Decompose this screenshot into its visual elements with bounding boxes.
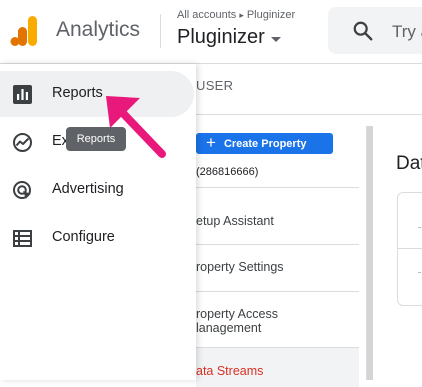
nav-item-label: Advertising xyxy=(52,181,124,197)
create-property-button[interactable]: + Create Property xyxy=(196,133,333,154)
nav-item-configure[interactable]: Configure xyxy=(0,215,194,261)
property-menu-data-streams[interactable]: ata Streams xyxy=(196,347,359,387)
right-panel-heading: Dat xyxy=(396,153,422,174)
property-menu-label: roperty Access xyxy=(196,307,278,321)
configure-icon xyxy=(13,230,32,247)
app-title: Analytics xyxy=(56,18,141,41)
header-divider xyxy=(160,14,161,48)
scrollbar-thumb[interactable] xyxy=(367,126,373,380)
nav-item-label: Reports xyxy=(52,85,103,101)
property-menu-property-access[interactable]: roperty Access lanagement xyxy=(196,291,359,347)
bar-chart-icon xyxy=(13,85,32,104)
property-menu-setup-assistant[interactable]: etup Assistant xyxy=(196,187,359,244)
nav-item-advertising[interactable]: Advertising xyxy=(0,167,194,213)
breadcrumb-current[interactable]: Pluginizer xyxy=(247,9,295,21)
breadcrumb-root[interactable]: All accounts xyxy=(177,9,236,21)
breadcrumb[interactable]: All accounts ▸ Pluginizer xyxy=(177,9,295,21)
plus-icon: + xyxy=(206,133,216,152)
right-panel-card xyxy=(397,192,422,306)
account-name: Pluginizer xyxy=(177,26,265,48)
app-header: Analytics All accounts ▸ Pluginizer Plug… xyxy=(0,0,422,64)
property-menu-property-settings[interactable]: roperty Settings xyxy=(196,244,359,291)
tab-user[interactable]: USER xyxy=(196,78,233,93)
nav-item-label: Configure xyxy=(52,229,115,245)
property-menu-label-line2: lanagement xyxy=(196,321,262,335)
property-menu: etup Assistant roperty Settings roperty … xyxy=(196,187,359,387)
explore-icon xyxy=(13,133,32,152)
property-menu-label: roperty Settings xyxy=(196,260,284,274)
search-icon xyxy=(353,21,373,41)
create-property-label: Create Property xyxy=(223,137,307,150)
property-id: (286816666) xyxy=(196,166,259,178)
property-menu-label: etup Assistant xyxy=(196,214,274,228)
search-input[interactable] xyxy=(390,19,422,45)
breadcrumb-separator-icon: ▸ xyxy=(239,9,244,20)
pink-arrow-annotation xyxy=(106,96,166,158)
column-scrollbar[interactable] xyxy=(366,126,373,380)
search-box[interactable] xyxy=(328,7,422,54)
property-menu-label: ata Streams xyxy=(196,364,264,378)
account-selector[interactable]: Pluginizer xyxy=(177,26,281,49)
caret-down-icon xyxy=(270,36,281,42)
analytics-logo[interactable] xyxy=(10,16,38,46)
advertising-icon xyxy=(13,181,31,199)
